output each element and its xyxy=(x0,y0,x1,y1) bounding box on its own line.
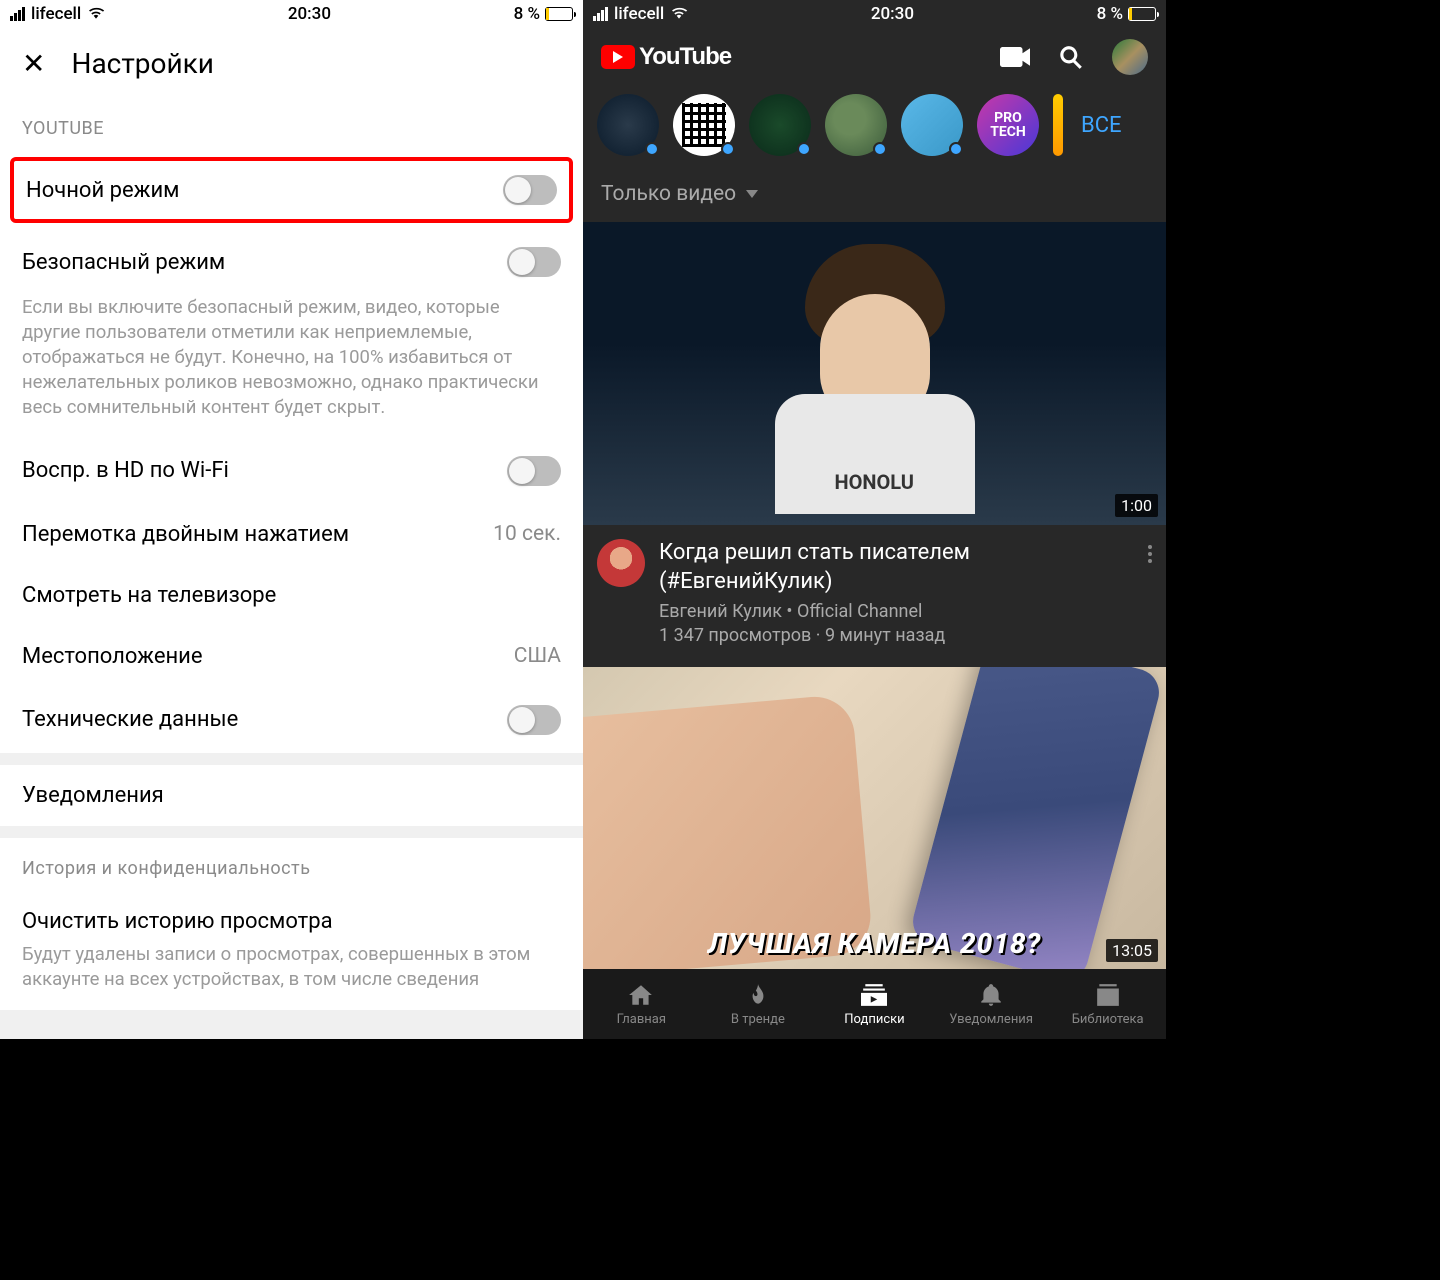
section-header-youtube: YOUTUBE xyxy=(0,98,583,151)
night-mode-toggle[interactable] xyxy=(503,175,557,205)
settings-screen: lifecell 20:30 8 % ✕ Настройки YOUTUBE Н… xyxy=(0,0,583,1039)
status-bar: lifecell 20:30 8 % xyxy=(583,0,1166,28)
channel-avatar[interactable] xyxy=(749,94,811,156)
hd-wifi-label: Воспр. в HD по Wi-Fi xyxy=(22,458,229,483)
home-icon xyxy=(628,982,654,1008)
video-duration: 1:00 xyxy=(1115,494,1158,517)
tech-data-label: Технические данные xyxy=(22,707,238,732)
page-title: Настройки xyxy=(71,47,213,80)
safe-mode-toggle[interactable] xyxy=(507,247,561,277)
video-duration: 13:05 xyxy=(1106,939,1158,962)
signal-icon xyxy=(10,7,25,21)
battery-percent: 8 % xyxy=(1097,4,1123,24)
night-mode-highlight: Ночной режим xyxy=(10,157,573,223)
clear-history-description: Будут удалены записи о просмотрах, совер… xyxy=(0,942,583,1010)
safe-mode-label: Безопасный режим xyxy=(22,250,225,275)
channel-avatar[interactable] xyxy=(597,94,659,156)
location-value: США xyxy=(514,644,561,668)
bell-icon xyxy=(978,982,1004,1008)
close-icon[interactable]: ✕ xyxy=(22,47,45,80)
double-tap-row[interactable]: Перемотка двойным нажатием 10 сек. xyxy=(0,504,583,565)
youtube-logo-text: YouTube xyxy=(639,43,731,71)
channel-avatar[interactable] xyxy=(825,94,887,156)
video-banner-text: ЛУЧШАЯ КАМЕРА 2018? xyxy=(708,927,1042,960)
nav-trending[interactable]: В тренде xyxy=(700,969,817,1039)
night-mode-label: Ночной режим xyxy=(26,178,179,203)
notifications-row[interactable]: Уведомления xyxy=(0,765,583,826)
nav-library[interactable]: Библиотека xyxy=(1049,969,1166,1039)
clear-history-label: Очистить историю просмотра xyxy=(22,909,333,934)
carrier-label: lifecell xyxy=(614,4,664,24)
section-header-history: История и конфиденциальность xyxy=(0,838,583,891)
subscriptions-icon xyxy=(861,982,887,1008)
night-mode-row[interactable]: Ночной режим xyxy=(14,161,569,219)
video-channel: Евгений Кулик • Official Channel xyxy=(659,600,1134,624)
camera-icon[interactable] xyxy=(1000,47,1030,67)
tech-data-row[interactable]: Технические данные xyxy=(0,687,583,753)
clear-history-row[interactable]: Очистить историю просмотра xyxy=(0,891,583,942)
youtube-subscriptions-screen: lifecell 20:30 8 % YouTube PRO TECH ВСЕ … xyxy=(583,0,1166,1039)
nav-notifications[interactable]: Уведомления xyxy=(933,969,1050,1039)
tv-label: Смотреть на телевизоре xyxy=(22,583,276,608)
double-tap-value: 10 сек. xyxy=(493,522,561,546)
video-thumbnail[interactable]: ЛУЧШАЯ КАМЕРА 2018? 13:05 xyxy=(583,667,1166,970)
youtube-logo-icon xyxy=(601,45,635,69)
user-avatar[interactable] xyxy=(1112,39,1148,75)
video-card[interactable]: ЛУЧШАЯ КАМЕРА 2018? 13:05 xyxy=(583,667,1166,970)
location-row[interactable]: Местоположение США xyxy=(0,626,583,687)
youtube-logo[interactable]: YouTube xyxy=(601,43,731,71)
nav-subscriptions[interactable]: Подписки xyxy=(816,969,933,1039)
wifi-icon xyxy=(670,7,688,21)
battery-percent: 8 % xyxy=(514,4,540,24)
channel-avatar-small[interactable] xyxy=(597,539,645,587)
battery-icon xyxy=(545,7,573,21)
video-menu-icon[interactable] xyxy=(1148,539,1152,649)
notifications-label: Уведомления xyxy=(22,783,164,808)
wifi-icon xyxy=(87,7,105,21)
nav-home[interactable]: Главная xyxy=(583,969,700,1039)
safe-mode-row[interactable]: Безопасный режим xyxy=(0,229,583,295)
video-title: Когда решил стать писателем (#ЕвгенийКул… xyxy=(659,539,1134,596)
library-icon xyxy=(1095,982,1121,1008)
all-channels-button[interactable]: ВСЕ xyxy=(1077,113,1122,138)
tech-data-toggle[interactable] xyxy=(507,705,561,735)
channel-avatar[interactable]: PRO TECH xyxy=(977,94,1039,156)
safe-mode-description: Если вы включите безопасный режим, видео… xyxy=(0,295,583,438)
settings-header: ✕ Настройки xyxy=(0,28,583,98)
status-bar: lifecell 20:30 8 % xyxy=(0,0,583,28)
bottom-nav: Главная В тренде Подписки Уведомления Би… xyxy=(583,969,1166,1039)
video-card[interactable]: HONOLU 1:00 Когда решил стать писателем … xyxy=(583,222,1166,649)
channels-strip[interactable]: PRO TECH ВСЕ xyxy=(583,86,1166,170)
time-label: 20:30 xyxy=(871,4,914,24)
video-meta: 1 347 просмотров · 9 минут назад xyxy=(659,624,1134,648)
chevron-down-icon xyxy=(746,190,758,198)
hd-wifi-toggle[interactable] xyxy=(507,456,561,486)
youtube-header: YouTube xyxy=(583,28,1166,86)
tv-row[interactable]: Смотреть на телевизоре xyxy=(0,565,583,626)
filter-row[interactable]: Только видео xyxy=(583,170,1166,222)
channel-avatar[interactable] xyxy=(673,94,735,156)
double-tap-label: Перемотка двойным нажатием xyxy=(22,522,349,547)
filter-label: Только видео xyxy=(601,182,736,206)
battery-icon xyxy=(1128,7,1156,21)
search-icon[interactable] xyxy=(1058,44,1084,70)
carrier-label: lifecell xyxy=(31,4,81,24)
signal-icon xyxy=(593,7,608,21)
video-thumbnail[interactable]: HONOLU 1:00 xyxy=(583,222,1166,525)
channel-avatar[interactable] xyxy=(901,94,963,156)
channel-avatar[interactable] xyxy=(1053,94,1063,156)
trending-icon xyxy=(745,982,771,1008)
location-label: Местоположение xyxy=(22,644,203,669)
hd-wifi-row[interactable]: Воспр. в HD по Wi-Fi xyxy=(0,438,583,504)
time-label: 20:30 xyxy=(288,4,331,24)
